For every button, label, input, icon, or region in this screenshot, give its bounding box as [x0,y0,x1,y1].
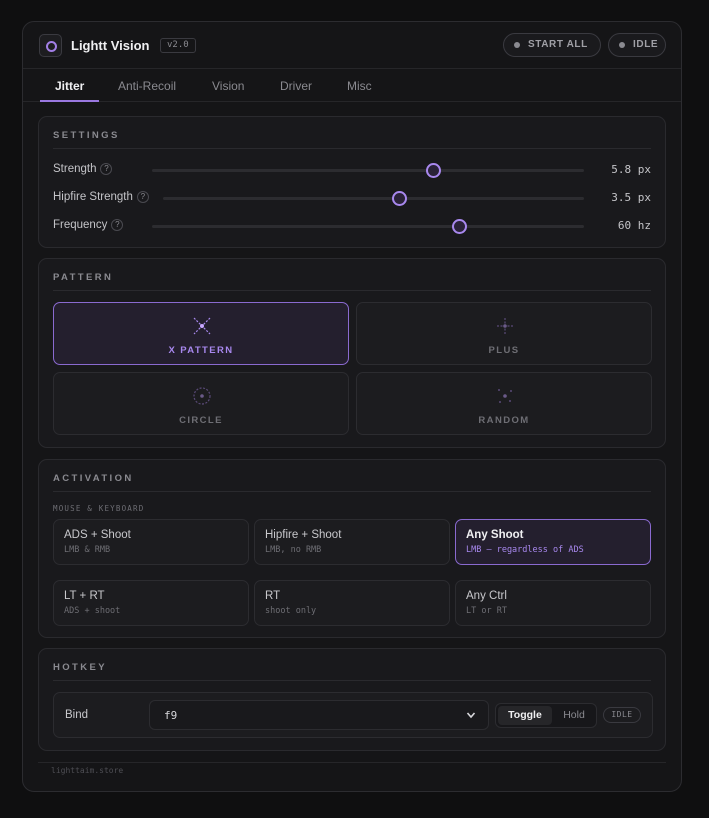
divider [53,680,651,681]
activation-option-desc: ADS + shoot [64,606,121,616]
help-icon[interactable]: ? [136,191,149,203]
frequency-slider-thumb[interactable] [451,219,467,234]
strength-label-text: Strength [53,163,97,175]
pattern-option-label: X PATTERN [168,345,234,356]
status-label: IDLE [633,39,659,50]
circle-pattern-icon [193,387,211,405]
activation-option-desc: LMB — regardless of ADS [466,545,584,555]
activation-option-title: ADS + Shoot [64,529,131,541]
start-all-dot-icon [514,42,520,48]
app-window: Lightt Vision v2.0 START ALL IDLE Jitter… [22,21,682,792]
tab-misc[interactable]: Misc [347,79,372,93]
activation-option-desc: LMB & RMB [64,545,111,555]
start-all-button[interactable]: START ALL [503,33,601,57]
activation-option-desc: shoot only [265,606,317,616]
pattern-option-label: RANDOM [478,415,530,426]
status-dot-icon [619,42,625,48]
divider [53,148,651,149]
activation-panel: ACTIVATION MOUSE & KEYBOARD ADS + Shoot … [38,459,666,638]
strength-value: 5.8 px [611,163,651,176]
status-pill: IDLE [608,33,666,57]
plus-pattern-icon [497,318,513,334]
bind-key-value: f9 [164,709,178,722]
bind-key-select[interactable]: f9 [149,700,489,730]
frequency-slider[interactable] [152,219,584,234]
pattern-option-plus[interactable]: PLUS [356,302,652,365]
activation-rt[interactable]: RT shoot only [254,580,450,626]
start-all-label: START ALL [528,39,588,50]
strength-label: Strength? [53,163,113,175]
activation-option-title: LT + RT [64,590,105,602]
bind-mode-toggle: Toggle Hold [495,703,597,728]
pattern-title: PATTERN [53,272,114,283]
activation-option-title: Any Shoot [466,529,524,541]
activation-ads-shoot[interactable]: ADS + Shoot LMB & RMB [53,519,249,565]
random-pattern-icon [498,389,512,403]
hipfire-strength-value: 3.5 px [611,191,651,204]
activation-any-shoot[interactable]: Any Shoot LMB — regardless of ADS [455,519,651,565]
app-logo-icon [39,34,62,57]
activation-option-title: Hipfire + Shoot [265,529,342,541]
activation-option-title: Any Ctrl [466,590,507,602]
tab-driver[interactable]: Driver [280,79,312,93]
bind-row: Bind f9 Toggle Hold IDLE [53,692,653,738]
tab-bar: Jitter Anti-Recoil Vision Driver Misc [23,69,681,102]
pattern-option-x[interactable]: X PATTERN [53,302,349,365]
x-pattern-icon [193,317,211,335]
divider [53,290,651,291]
frequency-label: Frequency? [53,219,124,231]
settings-title: SETTINGS [53,130,120,141]
activation-option-desc: LMB, no RMB [265,545,322,555]
settings-panel: SETTINGS Strength? 5.8 px Hipfire Streng… [38,116,666,248]
tab-vision[interactable]: Vision [212,79,244,93]
hotkey-status-badge: IDLE [603,707,641,723]
hipfire-strength-label: Hipfire Strength? [53,191,149,203]
frequency-value: 60 hz [617,219,651,232]
tab-jitter[interactable]: Jitter [55,79,84,93]
mode-toggle-button[interactable]: Toggle [498,706,552,725]
hipfire-strength-label-text: Hipfire Strength [53,191,133,203]
bind-label: Bind [65,709,89,721]
activation-option-desc: LT or RT [466,606,507,616]
help-icon[interactable]: ? [100,163,113,175]
pattern-option-circle[interactable]: CIRCLE [53,372,349,435]
hotkey-panel: HOTKEY Bind f9 Toggle Hold IDLE [38,648,666,751]
pattern-option-random[interactable]: RANDOM [356,372,652,435]
strength-slider-thumb[interactable] [425,163,441,178]
title-bar: Lightt Vision v2.0 START ALL IDLE [23,22,681,69]
pattern-option-label: CIRCLE [179,415,223,426]
pattern-panel: PATTERN X PATTERN PLUS CIRCLE RANDOM [38,258,666,448]
activation-option-title: RT [265,590,281,602]
active-tab-indicator [40,100,99,102]
frequency-label-text: Frequency [53,219,108,231]
mode-hold-button[interactable]: Hold [554,706,594,725]
tab-anti-recoil[interactable]: Anti-Recoil [118,79,176,93]
divider [53,491,651,492]
activation-any-ctrl[interactable]: Any Ctrl LT or RT [455,580,651,626]
strength-slider[interactable] [152,163,584,178]
pattern-option-label: PLUS [488,345,520,356]
hotkey-title: HOTKEY [53,662,107,673]
help-icon[interactable]: ? [111,219,124,231]
activation-lt-rt[interactable]: LT + RT ADS + shoot [53,580,249,626]
chevron-down-icon [466,712,476,719]
version-badge: v2.0 [160,38,196,53]
footer-divider [38,762,666,763]
app-title: Lightt Vision [71,38,150,53]
activation-hipfire-shoot[interactable]: Hipfire + Shoot LMB, no RMB [254,519,450,565]
activation-title: ACTIVATION [53,473,134,484]
mouse-keyboard-group-label: MOUSE & KEYBOARD [53,504,145,513]
hipfire-strength-slider[interactable] [163,191,584,206]
footer-text: lighttaim.store [51,766,124,775]
hipfire-strength-slider-thumb[interactable] [391,191,407,206]
